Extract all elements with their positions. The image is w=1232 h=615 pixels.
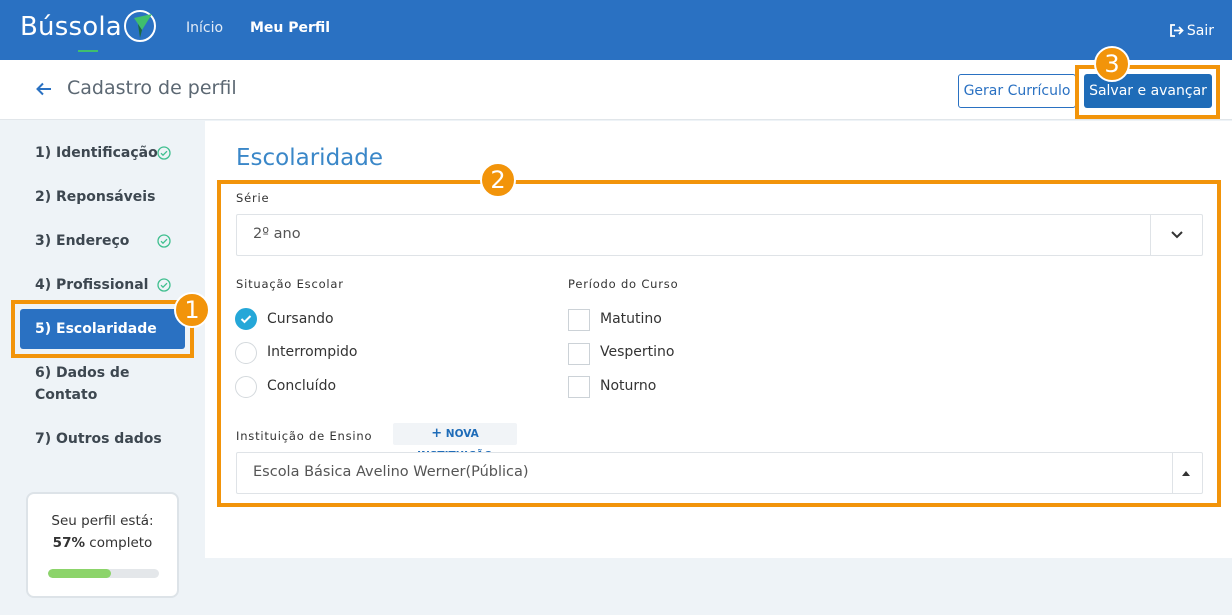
highlight-box-1 bbox=[11, 300, 194, 358]
highlight-box-2 bbox=[217, 180, 1221, 507]
sidebar-step-dados-contato[interactable]: 6) Dados de Contato bbox=[35, 362, 129, 406]
sidebar-step-responsaveis[interactable]: 2) Reponsáveis bbox=[35, 186, 155, 208]
app-logo[interactable]: Bússola bbox=[20, 12, 122, 42]
callout-badge-2: 2 bbox=[480, 162, 516, 198]
callout-badge-1: 1 bbox=[174, 292, 210, 328]
step-label: 1) Identificação bbox=[35, 145, 158, 161]
step-label: 3) Endereço bbox=[35, 233, 130, 249]
sign-out-icon bbox=[1169, 24, 1184, 37]
profile-progress-card: Seu perfil está: 57% completo bbox=[26, 492, 179, 598]
step-label-line2: Contato bbox=[35, 387, 98, 403]
sidebar-step-profissional[interactable]: 4) Profissional bbox=[35, 274, 171, 296]
step-label: 2) Reponsáveis bbox=[35, 189, 156, 205]
generate-cv-button[interactable]: Gerar Currículo bbox=[958, 74, 1076, 108]
sidebar-step-outros-dados[interactable]: 7) Outros dados bbox=[35, 428, 162, 450]
sidebar-step-endereco[interactable]: 3) Endereço bbox=[35, 230, 171, 252]
progress-text: 57% completo bbox=[28, 535, 177, 551]
back-arrow-icon[interactable] bbox=[36, 82, 52, 96]
compass-logo-icon bbox=[124, 10, 156, 42]
step-label: 7) Outros dados bbox=[35, 431, 162, 447]
progress-caption: Seu perfil está: bbox=[51, 513, 154, 529]
step-label-line1: 6) Dados de bbox=[35, 365, 130, 381]
step-label: 4) Profissional bbox=[35, 277, 149, 293]
page-header: Cadastro de perfil Gerar Currículo Salva… bbox=[0, 60, 1232, 120]
check-circle-icon bbox=[157, 234, 171, 248]
nav-meu-perfil[interactable]: Meu Perfil bbox=[250, 20, 330, 36]
nav-inicio[interactable]: Início bbox=[186, 20, 223, 36]
progress-bar-fill bbox=[48, 569, 112, 578]
callout-badge-3: 3 bbox=[1094, 46, 1130, 82]
progress-suffix: completo bbox=[85, 535, 153, 551]
logo-accent-line bbox=[78, 50, 98, 52]
sidebar-step-identificacao[interactable]: 1) Identificação bbox=[35, 142, 171, 164]
progress-bar bbox=[48, 569, 159, 578]
progress-percent: 57% bbox=[52, 535, 85, 551]
logout-label: Sair bbox=[1186, 23, 1214, 39]
check-circle-icon bbox=[157, 278, 171, 292]
check-circle-icon bbox=[157, 146, 171, 160]
logout-link[interactable]: Sair bbox=[1169, 23, 1214, 39]
section-title: Escolaridade bbox=[236, 145, 384, 171]
top-navbar: Bússola Início Meu Perfil Sair bbox=[0, 0, 1232, 60]
page-title: Cadastro de perfil bbox=[67, 77, 237, 99]
